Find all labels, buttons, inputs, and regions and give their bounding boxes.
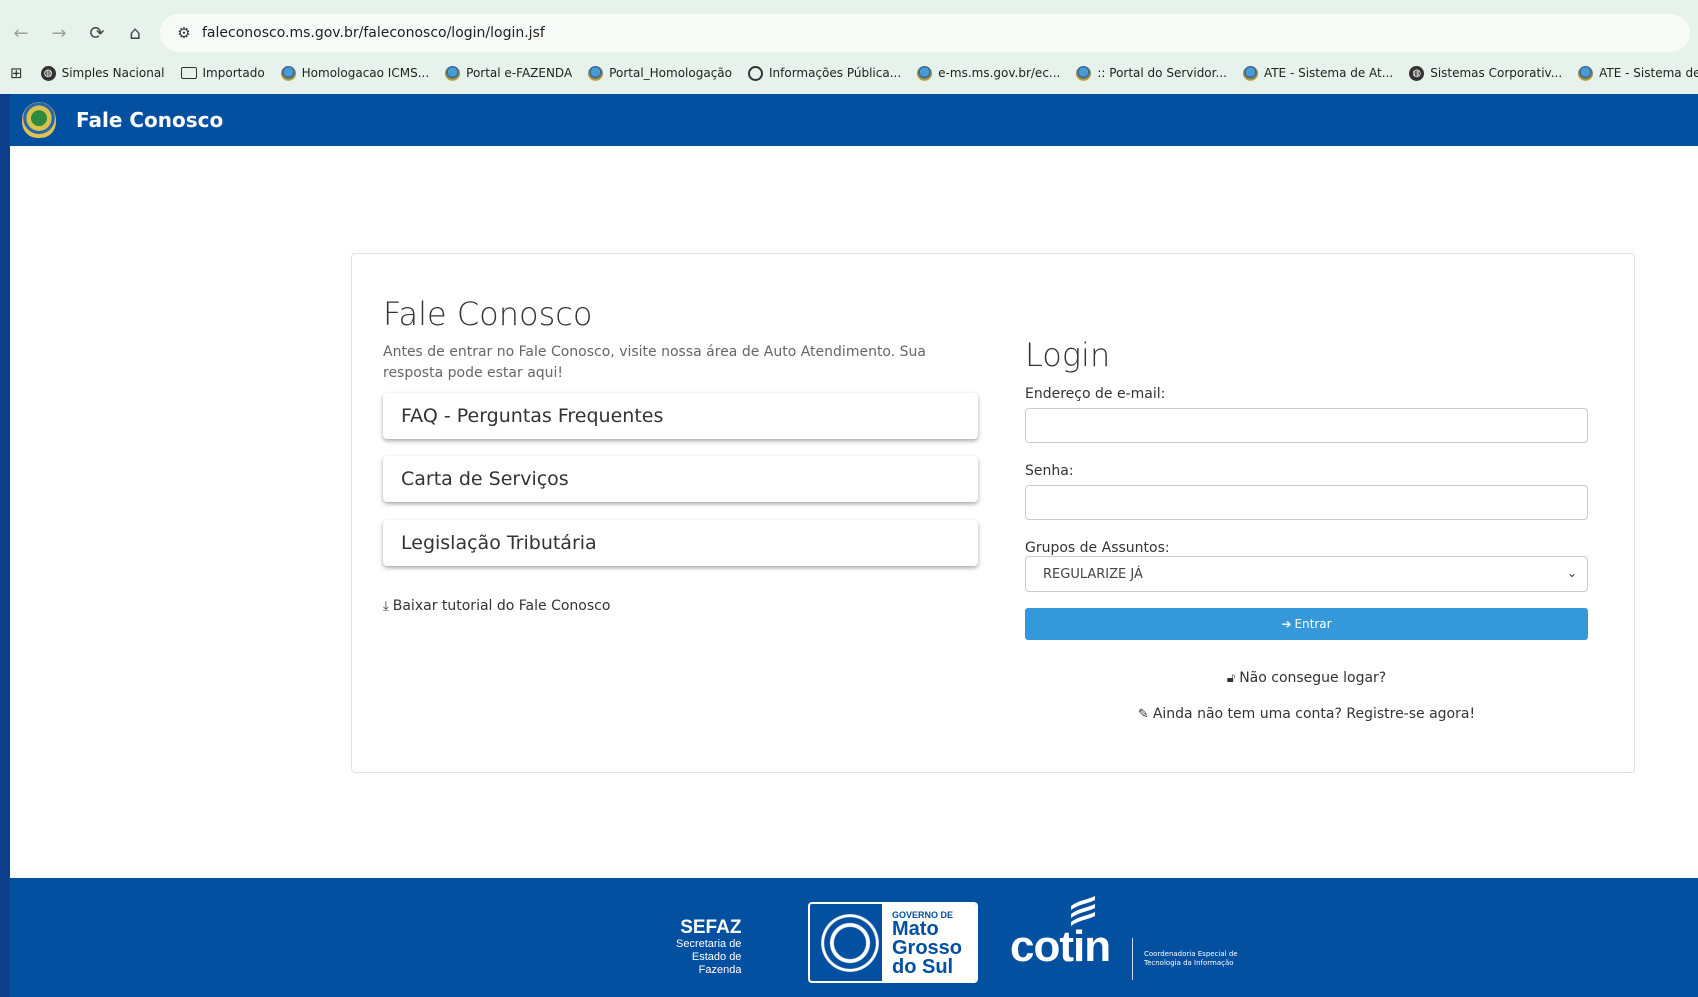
download-icon: ⤓ — [383, 598, 389, 614]
subject-group-label: Grupos de Assuntos: — [1025, 540, 1170, 556]
bookmark-label: ATE - Sistema de At... — [1263, 66, 1394, 80]
government-ms-wordmark: GOVERNO DE Mato Grosso do Sul — [882, 904, 976, 981]
home-icon[interactable]: ⌂ — [120, 12, 150, 54]
address-bar[interactable]: ⚙ faleconosco.ms.gov.br/faleconosco/logi… — [160, 14, 1690, 52]
reload-icon[interactable]: ⟳ — [82, 12, 112, 54]
address-row: ← → ⟳ ⌂ ⚙ faleconosco.ms.gov.br/falecono… — [0, 12, 1698, 54]
globe-icon: ◍ — [1409, 65, 1425, 81]
cotin-separator — [1132, 938, 1133, 980]
sefaz-line: Estado de — [691, 951, 742, 963]
page: Fale Conosco Fale Conosco Antes de entra… — [10, 94, 1698, 997]
state-crest-icon — [816, 908, 884, 978]
tax-legislation-link[interactable]: Legislação Tributária — [383, 520, 978, 566]
bookmark-label: Informações Pública... — [768, 66, 902, 80]
cant-login-link[interactable]: 🔓︎ Não consegue logar? — [1025, 670, 1588, 686]
crest-icon — [917, 65, 933, 81]
back-icon[interactable]: ← — [6, 12, 36, 54]
password-field[interactable] — [1025, 485, 1588, 520]
gov-line: do Sul — [892, 956, 954, 978]
login-button-label: Entrar — [1294, 617, 1332, 631]
folder-icon — [180, 67, 197, 79]
password-label: Senha: — [1025, 463, 1074, 479]
sefaz-line: Fazenda — [698, 964, 742, 976]
bookmark-item[interactable]: Homologacao ICMS... — [280, 65, 430, 81]
crest-icon — [1076, 65, 1092, 81]
bookmark-label: :: Portal do Servidor... — [1097, 66, 1227, 80]
bookmark-item[interactable]: ATE - Sistema de At... — [1242, 65, 1394, 81]
cotin-desc-line: Tecnologia da Informação — [1144, 959, 1234, 967]
login-card: Fale Conosco Antes de entrar no Fale Con… — [351, 253, 1635, 773]
bookmark-item[interactable]: Informações Pública... — [747, 65, 902, 81]
bookmark-item[interactable]: Portal_Homologação — [588, 65, 732, 81]
crest-icon — [280, 65, 296, 81]
government-ms-logo: GOVERNO DE Mato Grosso do Sul — [808, 902, 978, 983]
bookmark-item[interactable]: Portal e-FAZENDA — [445, 65, 573, 81]
url-text: faleconosco.ms.gov.br/faleconosco/login/… — [202, 25, 545, 41]
bookmark-label: Simples Nacional — [61, 66, 165, 80]
crest-icon — [1578, 65, 1594, 81]
bookmark-label: Homologacao ICMS... — [301, 66, 430, 80]
bookmark-label: Portal_Homologação — [609, 66, 732, 80]
crest-icon — [588, 65, 604, 81]
apps-grid-icon[interactable]: ⊞ — [10, 64, 23, 82]
ms-crest-logo — [22, 102, 56, 138]
sefaz-logo: SEFAZ Secretaria de Estado de Fazenda — [676, 918, 741, 977]
login-button[interactable]: ➔ Entrar — [1025, 608, 1588, 640]
site-footer: SEFAZ Secretaria de Estado de Fazenda GO… — [10, 878, 1698, 997]
forward-icon[interactable]: → — [44, 12, 74, 54]
chevron-down-icon: ⌄ — [1566, 566, 1577, 580]
section-description: Antes de entrar no Fale Conosco, visite … — [383, 344, 926, 381]
pencil-icon: ✎ — [1137, 706, 1149, 722]
bookmark-label: ATE - Sistema de At... — [1599, 66, 1698, 80]
power-icon — [747, 65, 763, 81]
service-charter-link[interactable]: Carta de Serviços — [383, 456, 978, 502]
cotin-wordmark: cotin — [1010, 922, 1111, 971]
bookmark-label: e-ms.ms.gov.br/ec... — [938, 66, 1061, 80]
email-field[interactable] — [1025, 408, 1588, 443]
subject-group-select[interactable]: REGULARIZE JÁ ⌄ — [1025, 556, 1588, 592]
sefaz-line: Secretaria de — [676, 938, 742, 950]
bookmark-label: Portal e-FAZENDA — [466, 66, 573, 80]
cotin-description: Coordenadoria Especial de Tecnologia da … — [1144, 950, 1238, 968]
site-brand[interactable]: Fale Conosco — [76, 108, 223, 132]
bookmark-item[interactable]: ◍ Simples Nacional — [40, 65, 165, 81]
sefaz-name: SEFAZ — [680, 917, 742, 938]
browser-chrome: ← → ⟳ ⌂ ⚙ faleconosco.ms.gov.br/falecono… — [0, 0, 1698, 94]
bookmark-label: Importado — [202, 66, 265, 80]
cant-login-label: Não consegue logar? — [1239, 670, 1387, 686]
crest-icon — [445, 65, 461, 81]
bookmark-item[interactable]: ◍ Sistemas Corporativ... — [1409, 65, 1563, 81]
bookmark-item[interactable]: Importado — [180, 66, 265, 80]
faq-link[interactable]: FAQ - Perguntas Frequentes — [383, 393, 978, 439]
globe-icon: ◍ — [40, 65, 56, 81]
register-link[interactable]: ✎ Ainda não tem uma conta? Registre-se a… — [1025, 706, 1588, 722]
site-header: Fale Conosco — [10, 94, 1698, 146]
section-title: Fale Conosco — [383, 295, 593, 333]
unlock-icon: 🔓︎ — [1226, 670, 1236, 686]
login-title: Login — [1025, 336, 1111, 374]
site-info-icon[interactable]: ⚙ — [166, 24, 202, 42]
subject-group-value: REGULARIZE JÁ — [1043, 566, 1143, 582]
crest-icon — [1242, 65, 1258, 81]
download-tutorial-link[interactable]: ⤓ Baixar tutorial do Fale Conosco — [383, 598, 610, 614]
bookmarks-bar: ⊞ ◍ Simples Nacional Importado Homologaca… — [0, 56, 1698, 90]
sign-in-icon: ➔ — [1281, 617, 1292, 631]
email-label: Endereço de e-mail: — [1025, 386, 1166, 402]
cotin-desc-line: Coordenadoria Especial de — [1144, 950, 1238, 958]
bookmark-item[interactable]: ATE - Sistema de At... — [1578, 65, 1698, 81]
download-label: Baixar tutorial do Fale Conosco — [392, 598, 611, 614]
register-label: Ainda não tem uma conta? Registre-se ago… — [1152, 706, 1476, 722]
bookmark-label: Sistemas Corporativ... — [1430, 66, 1563, 80]
bookmark-item[interactable]: :: Portal do Servidor... — [1076, 65, 1227, 81]
bookmark-item[interactable]: e-ms.ms.gov.br/ec... — [917, 65, 1061, 81]
